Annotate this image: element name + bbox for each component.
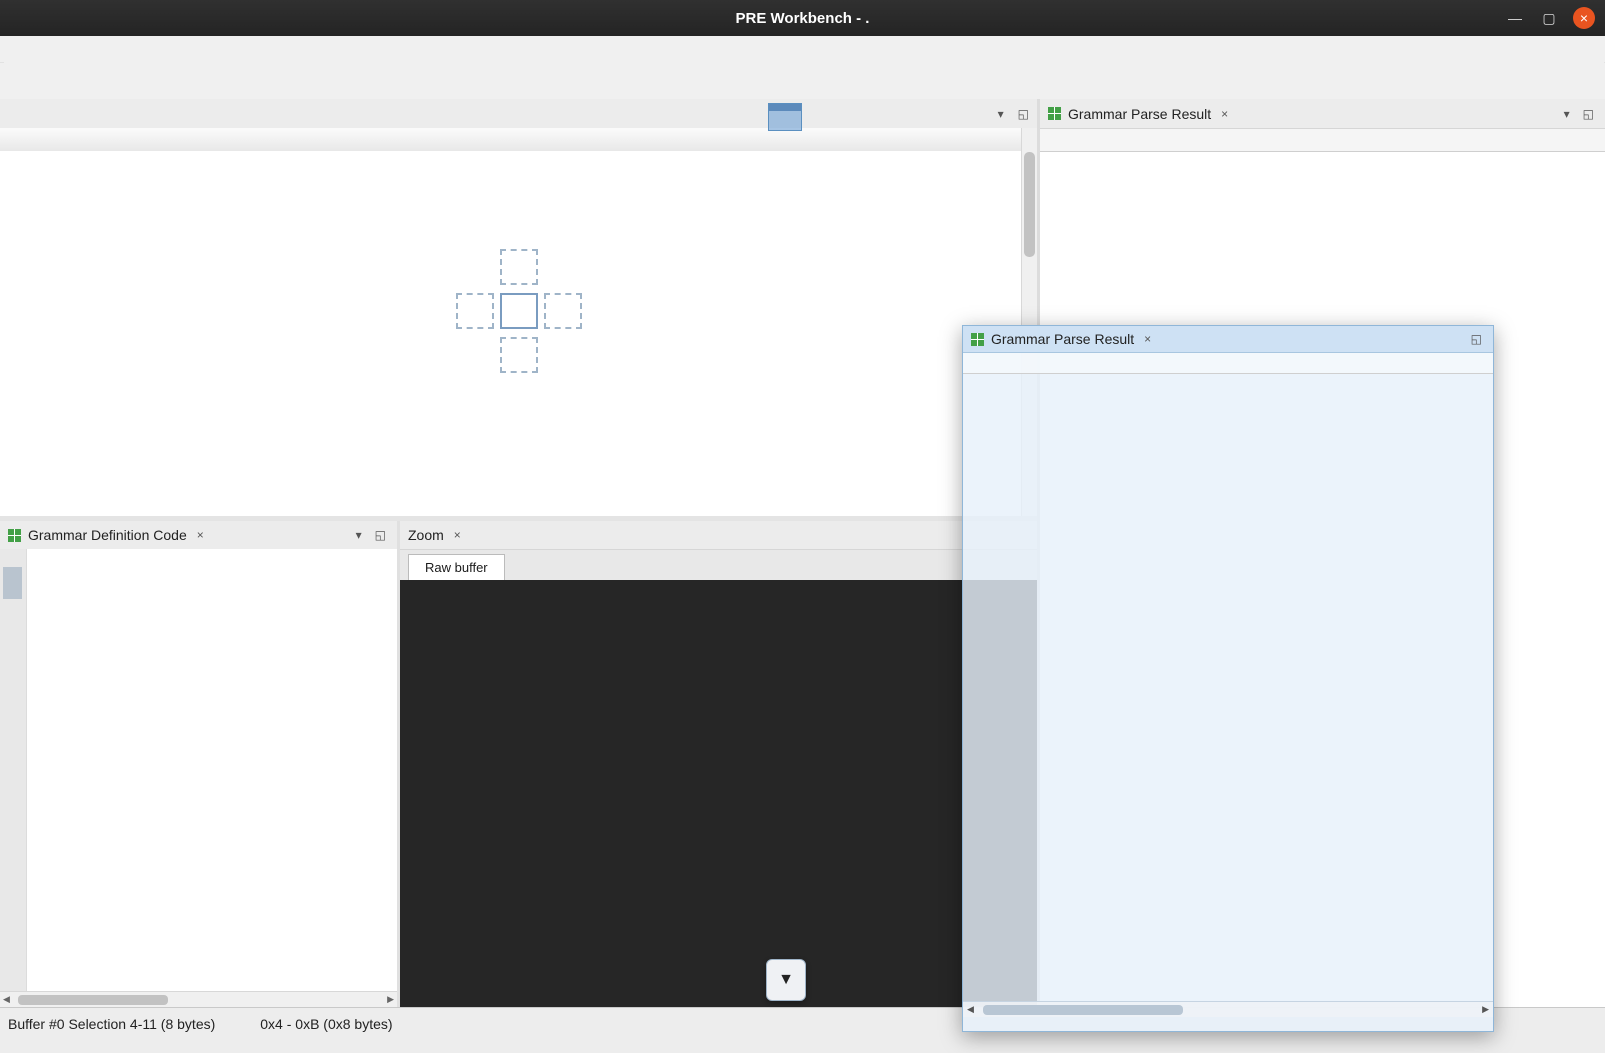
floating-hscrollbar[interactable]: ◀ ▶ xyxy=(963,1001,1493,1017)
panel-title: Grammar Parse Result xyxy=(991,331,1134,347)
document-tab-bar: ▾ ◱ xyxy=(0,99,1037,129)
zoom-panel: Zoom × Raw buffer xyxy=(400,521,1037,1007)
maximize-button[interactable]: ▢ xyxy=(1539,10,1559,27)
dock-drop-right[interactable] xyxy=(544,293,582,329)
dock-drop-center[interactable] xyxy=(500,293,538,329)
status-selection: Buffer #0 Selection 4-11 (8 bytes) xyxy=(8,1016,215,1032)
scroll-right-icon[interactable]: ▶ xyxy=(387,994,394,1005)
menu-bar xyxy=(0,36,1605,63)
status-range: 0x4 - 0xB (0x8 bytes) xyxy=(260,1016,392,1032)
tab-list-button[interactable]: ▾ xyxy=(998,107,1004,121)
panel-dock-icon[interactable]: ◱ xyxy=(1468,332,1485,346)
parse-tree-columns xyxy=(1040,129,1605,152)
panel-close-icon[interactable]: × xyxy=(451,528,464,542)
toolbar xyxy=(4,62,1604,100)
scroll-left-icon[interactable]: ◀ xyxy=(967,1004,974,1015)
code-hscrollbar[interactable]: ◀ ▶ xyxy=(0,991,397,1007)
parse-tree-columns xyxy=(963,353,1493,374)
window-title: PRE Workbench - . xyxy=(0,10,1605,27)
tab-drag-ghost xyxy=(768,103,802,131)
panel-title: Grammar Definition Code xyxy=(28,527,187,543)
scrollbar-thumb[interactable] xyxy=(983,1005,1183,1015)
dock-drop-bottom[interactable] xyxy=(500,337,538,373)
close-button[interactable]: × xyxy=(1573,7,1595,29)
floating-title-bar[interactable]: Grammar Parse Result × ◱ xyxy=(963,326,1493,353)
panel-title: Grammar Parse Result xyxy=(1068,106,1211,122)
float-panel-button[interactable]: ◱ xyxy=(1018,107,1029,121)
panel-close-icon[interactable]: × xyxy=(1141,332,1154,346)
minimize-button[interactable]: — xyxy=(1505,10,1525,26)
scroll-left-icon[interactable]: ◀ xyxy=(3,994,10,1005)
parse-result-icon xyxy=(971,333,984,346)
packet-table-header xyxy=(0,128,1021,152)
title-bar: PRE Workbench - . — ▢ × xyxy=(0,0,1605,36)
panel-close-icon[interactable]: × xyxy=(1218,107,1231,121)
scrollbar-thumb[interactable] xyxy=(1024,152,1035,257)
dock-drop-overlay xyxy=(456,249,580,373)
panel-close-icon[interactable]: × xyxy=(194,528,207,542)
dock-drop-left[interactable] xyxy=(456,293,494,329)
dock-drop-top[interactable] xyxy=(500,249,538,285)
hex-dump-view[interactable] xyxy=(400,580,1037,1007)
panel-menu-icon[interactable]: ▾ xyxy=(353,528,365,542)
panel-float-icon[interactable]: ◱ xyxy=(372,528,389,542)
panel-title: Zoom xyxy=(408,527,444,543)
grammar-parse-result-floating-window[interactable]: Grammar Parse Result × ◱ ◀ ▶ xyxy=(962,325,1494,1032)
parse-result-icon xyxy=(1048,107,1061,120)
pre-workbench-window: PRE Workbench - . — ▢ × ▾ ◱ Grammar Defi… xyxy=(0,0,1605,1053)
grammar-definition-panel: Grammar Definition Code × ▾ ◱ ◀ ▶ xyxy=(0,521,398,1007)
panel-float-icon[interactable]: ◱ xyxy=(1580,107,1597,121)
dock-drop-bottom-arrow[interactable]: ▼ xyxy=(766,959,806,1001)
panel-menu-icon[interactable]: ▾ xyxy=(1561,107,1573,121)
tab-raw-buffer[interactable]: Raw buffer xyxy=(408,554,505,581)
scroll-right-icon[interactable]: ▶ xyxy=(1482,1004,1489,1015)
scrollbar-thumb[interactable] xyxy=(18,995,168,1005)
zoom-tab-bar: Raw buffer xyxy=(400,550,1037,582)
code-editor-scrollbar[interactable] xyxy=(0,549,27,991)
arrow-down-icon: ▼ xyxy=(778,971,794,989)
code-editor[interactable] xyxy=(0,549,397,991)
grammar-icon xyxy=(8,529,21,542)
